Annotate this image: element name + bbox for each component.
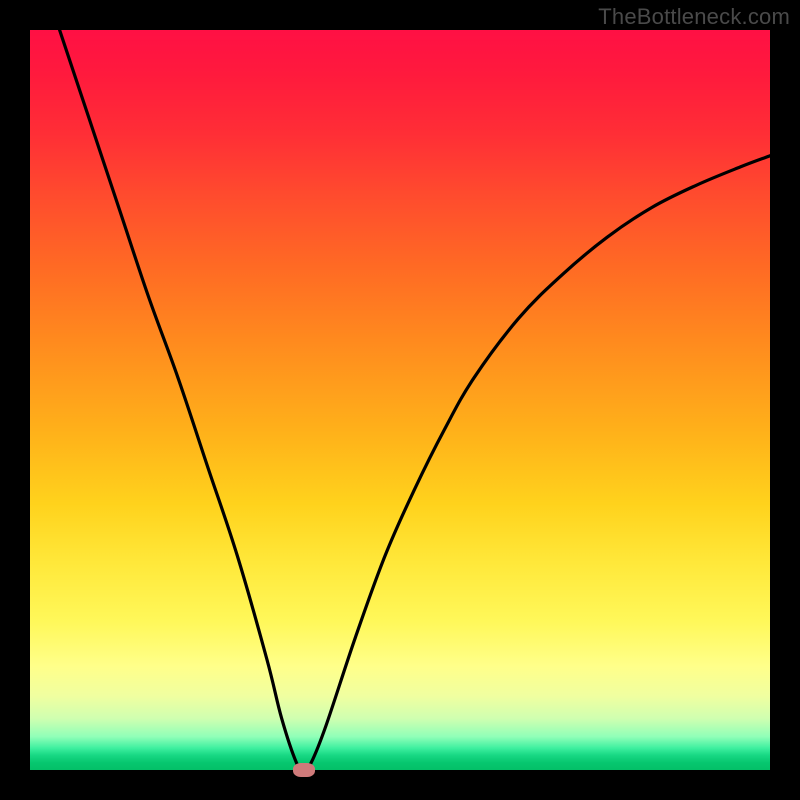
curve-svg (30, 30, 770, 770)
chart-container: TheBottleneck.com (0, 0, 800, 800)
plot-area (30, 30, 770, 770)
attribution-text: TheBottleneck.com (598, 4, 790, 30)
bottleneck-curve (60, 30, 770, 770)
minimum-marker (293, 763, 315, 777)
